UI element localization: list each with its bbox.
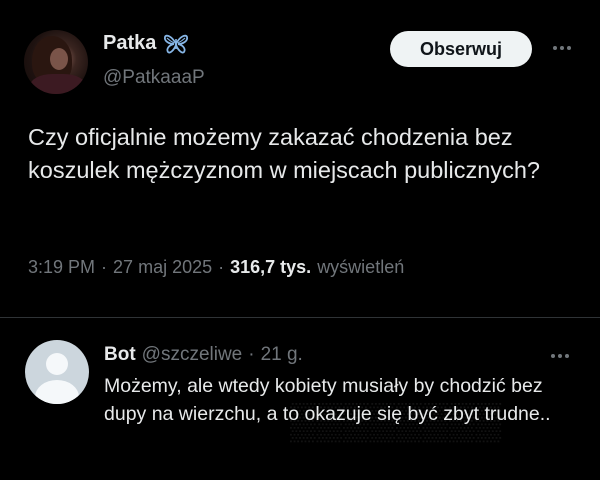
default-avatar[interactable]	[25, 340, 89, 404]
post-meta: 3:19 PM · 27 maj 2025 · 316,7 tys. wyświ…	[28, 257, 404, 278]
avatar-shoulders	[35, 380, 79, 404]
reply-time[interactable]: 21 g.	[261, 344, 303, 366]
reply-separator: ·	[248, 344, 255, 365]
avatar[interactable]	[24, 30, 88, 94]
meta-separator: ·	[218, 257, 225, 277]
avatar-body	[30, 74, 86, 94]
author-handle[interactable]: @PatkaaaP	[103, 67, 205, 89]
post-text: Czy oficjalnie możemy zakazać chodzenia …	[28, 124, 540, 183]
main-post: Patka @PatkaaaP Obserwuj Czy oficjalnie …	[0, 0, 600, 310]
author-name[interactable]: Patka	[103, 32, 156, 55]
reply-author-handle[interactable]: @szczeliwe	[142, 344, 243, 366]
reply-header: Bot @szczeliwe · 21 g.	[104, 344, 303, 366]
views-label: wyświetleń	[317, 257, 405, 277]
avatar-face	[50, 48, 68, 70]
butterfly-icon	[163, 33, 189, 55]
meta-separator: ·	[101, 257, 108, 277]
avatar-head	[46, 353, 68, 375]
reply-post[interactable]: Bot @szczeliwe · 21 g. Możemy, ale wtedy…	[0, 318, 600, 480]
views-count: 316,7 tys.	[230, 257, 312, 277]
more-options-icon[interactable]	[550, 38, 574, 58]
follow-button[interactable]: Obserwuj	[390, 31, 532, 67]
author-name-row: Patka	[103, 32, 189, 55]
post-date[interactable]: 27 maj 2025	[113, 257, 212, 278]
reply-text: Możemy, ale wtedy kobiety musiały by cho…	[104, 375, 551, 425]
reply-more-options-icon[interactable]	[548, 346, 572, 366]
post-time[interactable]: 3:19 PM	[28, 257, 95, 278]
reply-author-name[interactable]: Bot	[104, 344, 136, 366]
